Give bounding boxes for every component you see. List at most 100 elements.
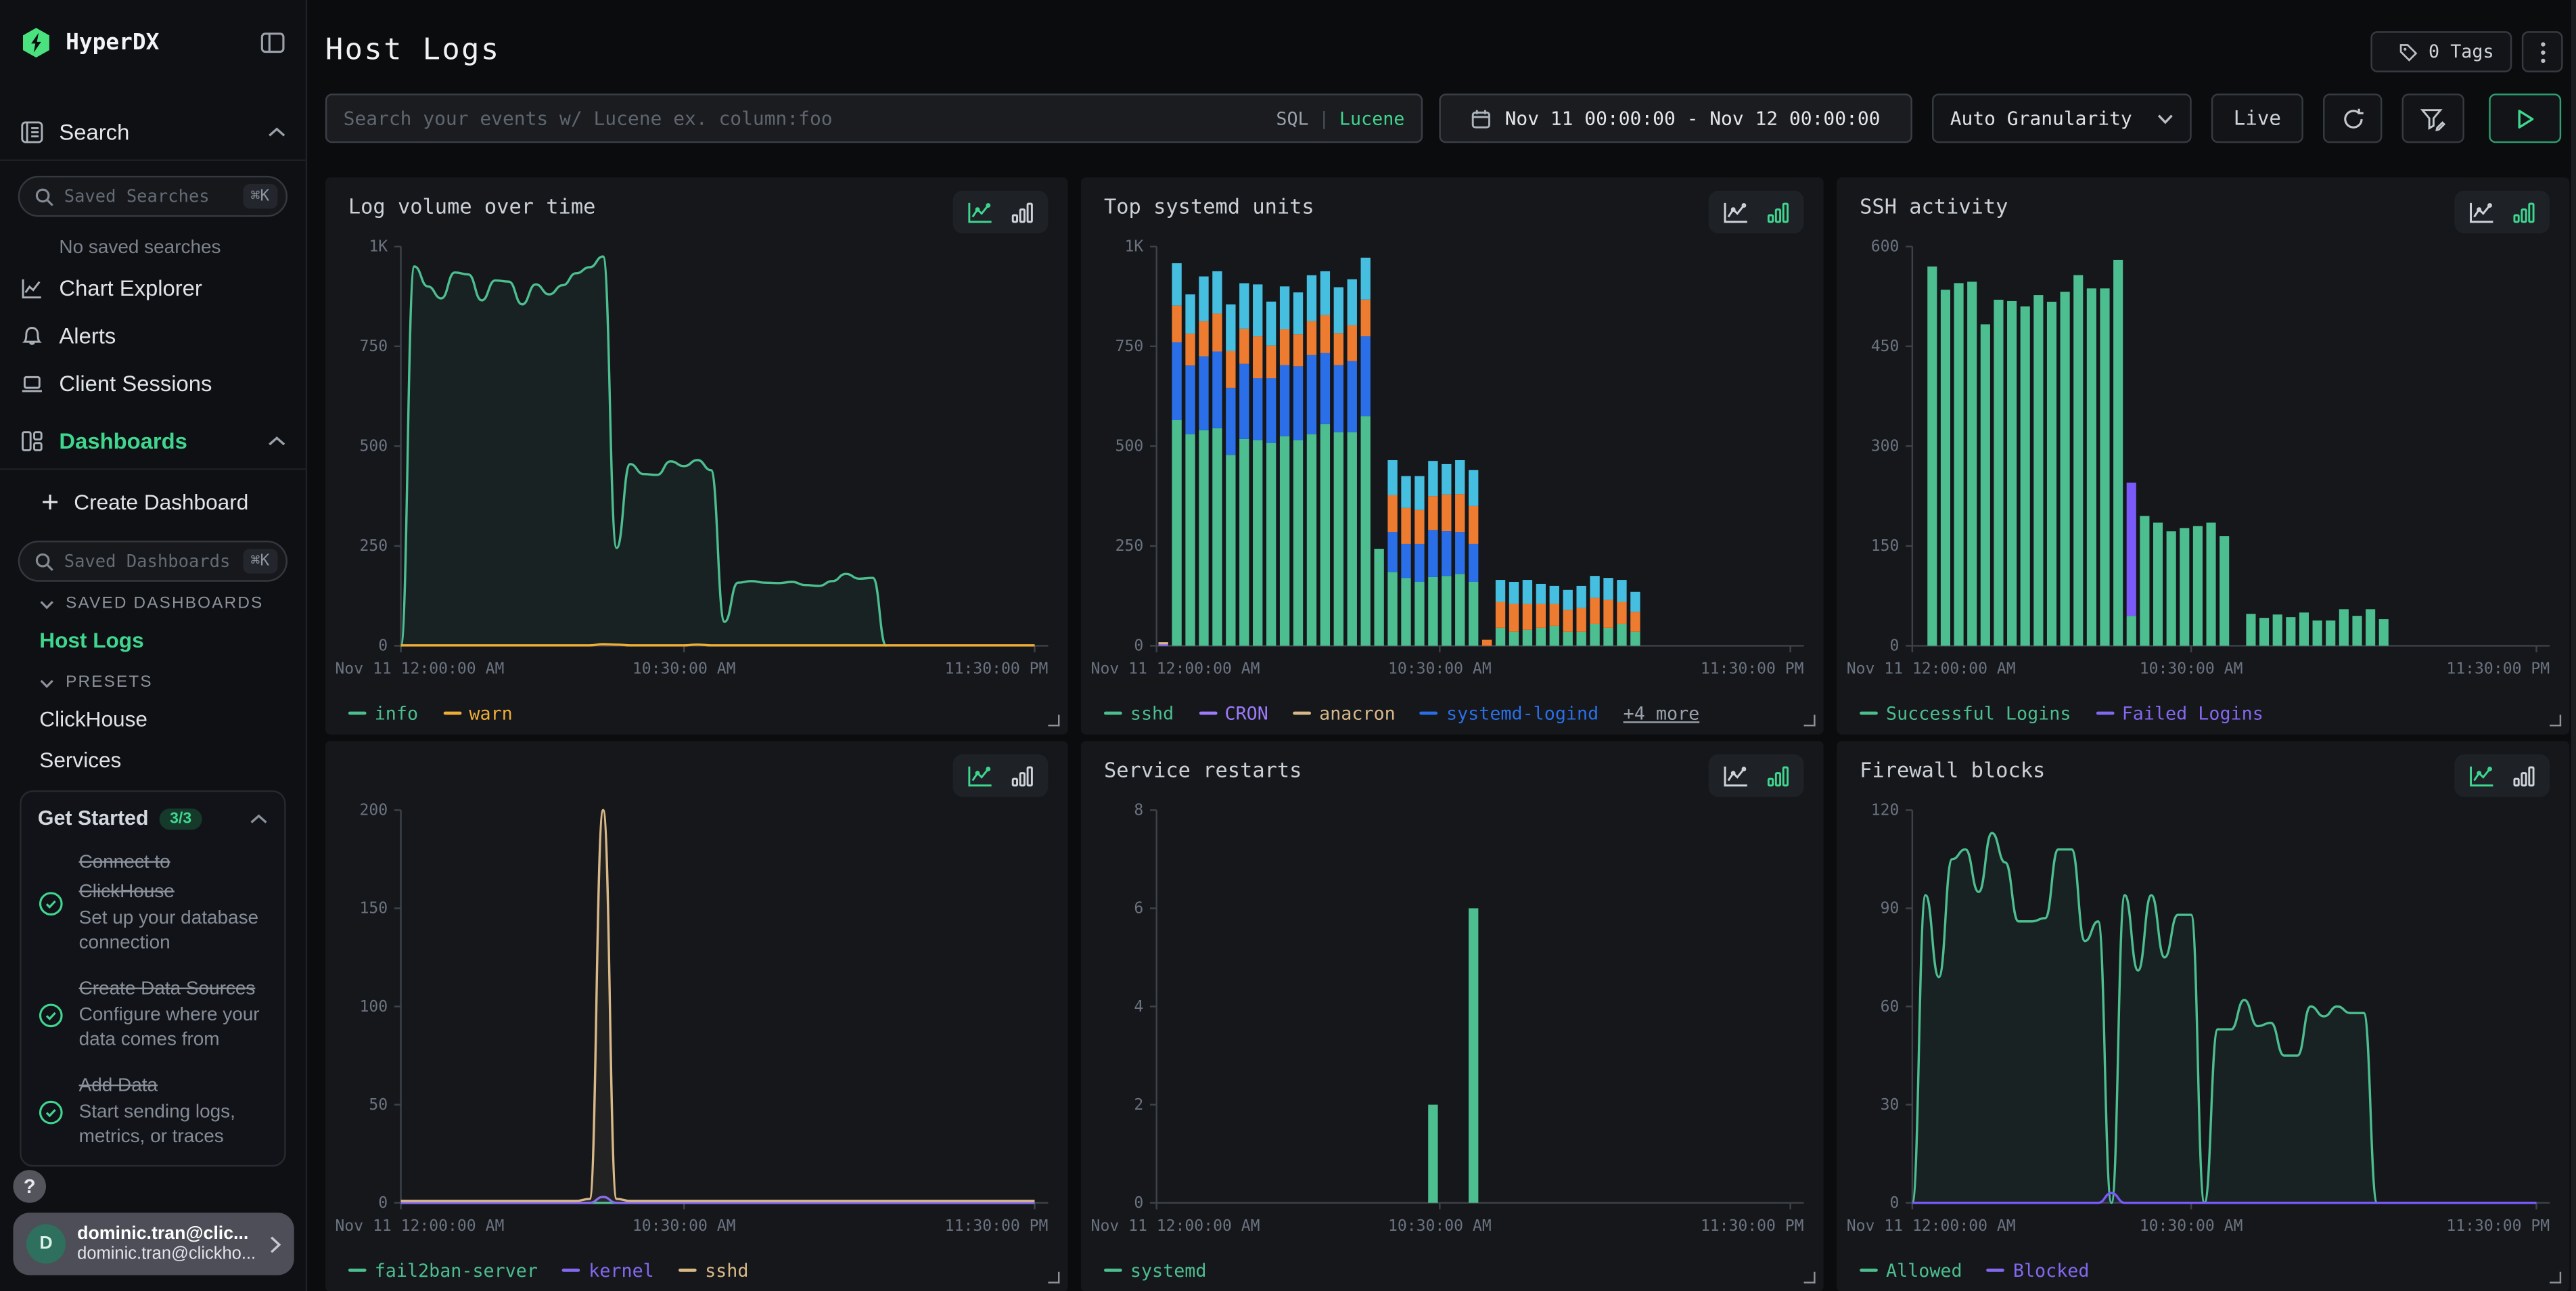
live-button[interactable]: Live [2211, 93, 2303, 143]
resize-handle[interactable] [2550, 715, 2561, 726]
get-started-step-connect[interactable]: Connect to ClickHouseSet up your databas… [38, 847, 268, 957]
get-started-step-sources[interactable]: Create Data SourcesConfigure where your … [38, 973, 268, 1054]
svg-text:0: 0 [378, 637, 388, 655]
svg-text:0: 0 [1890, 1194, 1900, 1212]
sidebar-item-host-logs[interactable]: Host Logs [0, 620, 306, 661]
legend-item: Successful Logins [1860, 702, 2071, 724]
svg-text:250: 250 [1116, 537, 1144, 555]
svg-text:Nov 11 12:00:00 AM: Nov 11 12:00:00 AM [1847, 660, 2016, 678]
bar-view-icon[interactable] [2512, 200, 2536, 224]
resize-handle[interactable] [1048, 715, 1059, 726]
shortcut-badge: ⌘K [242, 184, 277, 208]
svg-text:8: 8 [1134, 802, 1143, 819]
svg-text:11:30:00 PM: 11:30:00 PM [1701, 660, 1804, 678]
search-icon [34, 187, 54, 206]
sidebar-item-dashboards[interactable]: Dashboards [0, 414, 306, 470]
user-name: dominic.tran@clic... [77, 1224, 269, 1244]
get-started-step-add-data[interactable]: Add DataStart sending logs, metrics, or … [38, 1070, 268, 1150]
legend-item: anacron [1293, 702, 1395, 724]
chart-plot[interactable]: 050100150200Nov 11 12:00:00 AM10:30:00 A… [325, 797, 1068, 1249]
line-view-icon[interactable] [2468, 763, 2496, 788]
chart-plot[interactable]: 02505007501KNov 11 12:00:00 AM10:30:00 A… [1081, 233, 1824, 692]
app-root: HyperDX Search ⌘K No saved searches [0, 0, 2576, 1291]
chart-panel: SSH activity 0150300450600Nov 11 12:00:0… [1837, 177, 2569, 734]
svg-text:200: 200 [359, 802, 388, 819]
help-button[interactable]: ? [13, 1170, 46, 1203]
line-view-icon[interactable] [1722, 763, 1749, 788]
sidebar-item-search[interactable]: Search [0, 105, 306, 161]
svg-text:500: 500 [359, 438, 388, 455]
sidebar-item-alerts[interactable]: Alerts [0, 312, 306, 359]
svg-text:6: 6 [1134, 900, 1143, 918]
filter-button[interactable] [2402, 93, 2464, 143]
chart-plot[interactable]: 02505007501KNov 11 12:00:00 AM10:30:00 A… [325, 233, 1068, 692]
svg-text:120: 120 [1871, 802, 1900, 819]
date-range-picker[interactable]: Nov 11 00:00:00 - Nov 12 00:00:00 [1439, 93, 1912, 143]
resize-handle[interactable] [1048, 1272, 1059, 1284]
svg-text:11:30:00 PM: 11:30:00 PM [2446, 660, 2550, 678]
play-icon [2516, 108, 2534, 129]
chevron-up-icon [268, 436, 286, 447]
granularity-select[interactable]: Auto Granularity [1932, 93, 2192, 143]
chart-plot[interactable]: 02468Nov 11 12:00:00 AM10:30:00 AM11:30:… [1081, 797, 1824, 1249]
run-query-button[interactable] [2489, 93, 2561, 143]
saved-searches-input[interactable]: ⌘K [18, 176, 288, 217]
chart-plot[interactable]: 0306090120Nov 11 12:00:00 AM10:30:00 AM1… [1837, 797, 2569, 1249]
svg-text:90: 90 [1881, 900, 1900, 918]
legend-item: kernel [562, 1259, 653, 1281]
scrollbar[interactable] [2571, 0, 2576, 1291]
refresh-button[interactable] [2323, 93, 2382, 143]
sidebar-item-chart-explorer[interactable]: Chart Explorer [0, 265, 306, 312]
chart-plot[interactable]: 0150300450600Nov 11 12:00:00 AM10:30:00 … [1837, 233, 2569, 692]
chart-panel: Service restarts 02468Nov 11 12:00:00 AM… [1081, 741, 1824, 1291]
event-search-field[interactable] [344, 107, 1276, 130]
saved-dashboards-header[interactable]: SAVED DASHBOARDS [0, 582, 306, 620]
laptop-icon [20, 371, 44, 396]
resize-handle[interactable] [1804, 1272, 1816, 1284]
bar-view-icon[interactable] [1766, 200, 1791, 224]
svg-text:30: 30 [1881, 1096, 1900, 1114]
svg-text:Nov 11 12:00:00 AM: Nov 11 12:00:00 AM [1847, 1217, 2016, 1235]
kebab-menu-button[interactable] [2522, 31, 2563, 72]
sidebar-item-clickhouse[interactable]: ClickHouse [0, 698, 306, 740]
brand-name: HyperDX [66, 30, 260, 56]
bar-view-icon[interactable] [1766, 763, 1791, 788]
legend-item[interactable]: +4 more [1624, 702, 1700, 724]
svg-text:450: 450 [1871, 338, 1900, 355]
resize-handle[interactable] [2550, 1272, 2561, 1284]
line-view-icon[interactable] [966, 763, 994, 788]
chart-panel: Log volume over time 02505007501KNov 11 … [325, 177, 1068, 734]
saved-dashboards-input[interactable]: ⌘K [18, 541, 288, 582]
query-language-toggle[interactable]: SQL|Lucene [1276, 108, 1404, 129]
line-view-icon[interactable] [1722, 200, 1749, 224]
event-search-input[interactable]: SQL|Lucene [325, 93, 1423, 143]
sidebar-item-services[interactable]: Services [0, 740, 306, 781]
svg-text:750: 750 [359, 338, 388, 355]
tags-button[interactable]: 0 Tags [2371, 31, 2512, 72]
line-view-icon[interactable] [966, 200, 994, 224]
svg-text:1K: 1K [1125, 238, 1144, 256]
svg-text:Nov 11 12:00:00 AM: Nov 11 12:00:00 AM [1091, 660, 1260, 678]
collapse-sidebar-icon[interactable] [260, 30, 286, 56]
presets-header[interactable]: PRESETS [0, 660, 306, 698]
sidebar-item-client-sessions[interactable]: Client Sessions [0, 360, 306, 407]
bar-view-icon[interactable] [1011, 200, 1035, 224]
saved-searches-field[interactable] [64, 187, 243, 206]
svg-text:600: 600 [1871, 238, 1900, 256]
chevron-down-icon [2157, 112, 2174, 124]
create-dashboard-button[interactable]: Create Dashboard [0, 470, 306, 526]
svg-text:11:30:00 PM: 11:30:00 PM [945, 660, 1049, 678]
bar-view-icon[interactable] [1011, 763, 1035, 788]
line-view-icon[interactable] [2468, 200, 2496, 224]
brand-row: HyperDX [0, 0, 306, 76]
user-card[interactable]: D dominic.tran@clic... dominic.tran@clic… [13, 1213, 294, 1275]
sidebar: HyperDX Search ⌘K No saved searches [0, 0, 307, 1291]
svg-text:10:30:00 AM: 10:30:00 AM [1388, 1217, 1492, 1235]
saved-dashboards-field[interactable] [64, 551, 243, 571]
resize-handle[interactable] [1804, 715, 1816, 726]
chart-title: Firewall blocks [1860, 758, 2045, 782]
kebab-icon [2539, 40, 2546, 63]
bar-view-icon[interactable] [2512, 763, 2536, 788]
check-circle-icon [38, 978, 64, 1054]
chevron-up-icon[interactable] [250, 813, 268, 825]
